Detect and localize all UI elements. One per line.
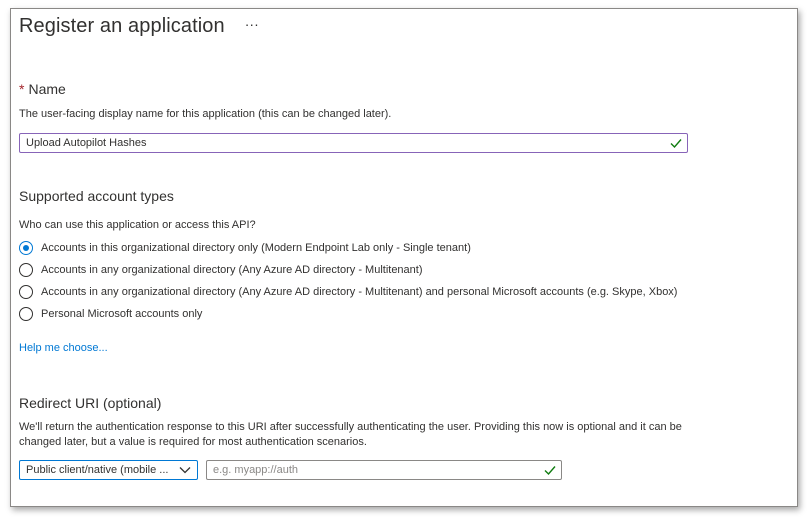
account-type-option-label: Personal Microsoft accounts only [41, 308, 203, 320]
redirect-uri-input[interactable] [207, 462, 543, 478]
name-heading: * Name [19, 81, 66, 97]
radio-button[interactable] [19, 285, 33, 299]
chevron-down-icon [179, 467, 191, 474]
account-type-option-personal[interactable]: Personal Microsoft accounts only [19, 307, 202, 321]
radio-button[interactable] [19, 307, 33, 321]
redirect-uri-heading: Redirect URI (optional) [19, 395, 162, 411]
required-indicator: * [19, 81, 25, 97]
account-type-option-multitenant[interactable]: Accounts in any organizational directory… [19, 263, 423, 277]
platform-dropdown[interactable]: Public client/native (mobile ... [19, 460, 198, 480]
account-type-option-label: Accounts in any organizational directory… [41, 264, 423, 276]
radio-button-checked[interactable] [19, 241, 33, 255]
account-type-option-single-tenant[interactable]: Accounts in this organizational director… [19, 241, 471, 255]
account-types-question: Who can use this application or access t… [19, 219, 256, 231]
register-app-panel: Register an application ··· * Name The us… [10, 8, 798, 507]
name-description: The user-facing display name for this ap… [19, 108, 392, 120]
more-options-button[interactable]: ··· [245, 17, 259, 35]
account-type-option-multitenant-personal[interactable]: Accounts in any organizational directory… [19, 285, 677, 299]
redirect-uri-field [206, 460, 562, 480]
title-row: Register an application ··· [19, 15, 259, 38]
name-heading-label: Name [28, 81, 66, 97]
valid-check-icon [670, 139, 682, 149]
help-me-choose-link[interactable]: Help me choose... [19, 342, 108, 354]
platform-dropdown-value: Public client/native (mobile ... [26, 464, 169, 476]
account-type-option-label: Accounts in this organizational director… [41, 242, 471, 254]
redirect-uri-description-line2: changed later, but a value is required f… [19, 436, 367, 448]
name-field [19, 133, 688, 153]
account-type-option-label: Accounts in any organizational directory… [41, 286, 678, 298]
page-title: Register an application [19, 15, 225, 37]
radio-button[interactable] [19, 263, 33, 277]
redirect-uri-description-line1: We'll return the authentication response… [19, 421, 682, 433]
account-types-heading: Supported account types [19, 188, 174, 204]
valid-check-icon [544, 466, 556, 476]
name-input[interactable] [20, 135, 669, 151]
